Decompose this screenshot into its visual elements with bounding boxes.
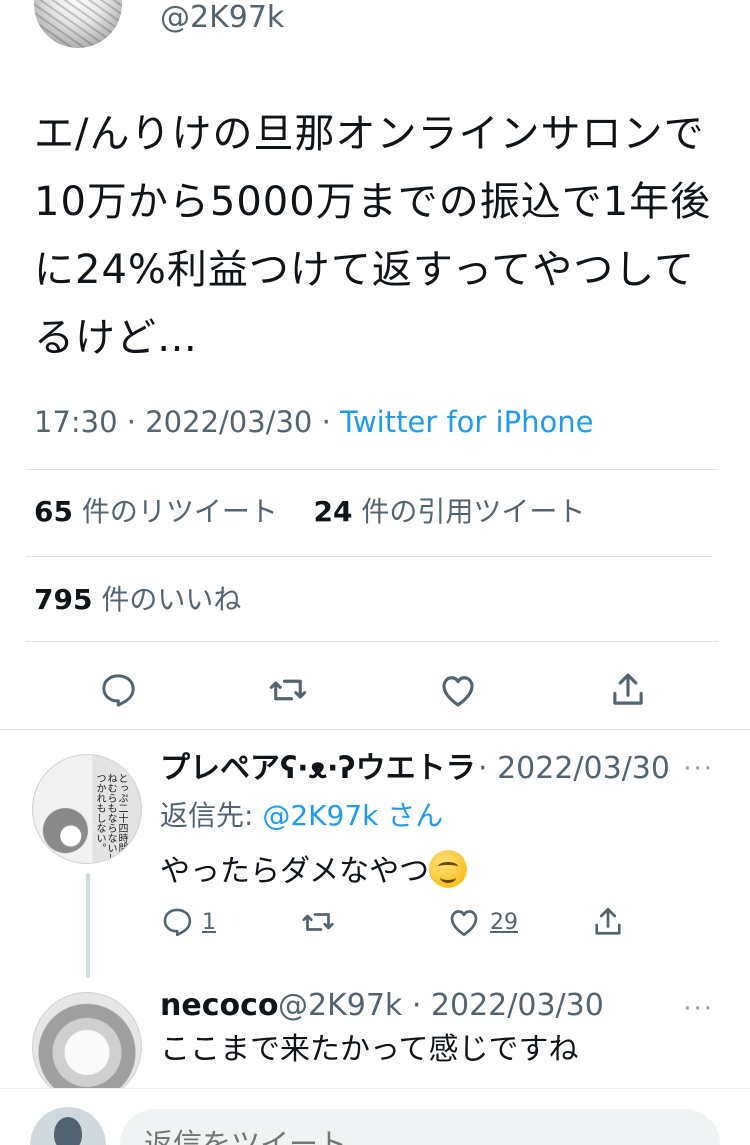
section-divider bbox=[0, 729, 750, 730]
reply-handle-date: @2K97k · 2022/03/30 bbox=[278, 988, 604, 1023]
retweet-icon bbox=[269, 679, 307, 701]
tweet-source-link[interactable]: Twitter for iPhone bbox=[340, 405, 593, 439]
quotes-stat[interactable]: 24 件の引用ツイート bbox=[314, 495, 586, 528]
tweet-action-bar bbox=[0, 660, 750, 718]
author-handle[interactable]: @2K97k bbox=[160, 0, 284, 36]
tweet-meta: 17:30 · 2022/03/30 · Twitter for iPhone bbox=[34, 402, 593, 442]
retweet-button[interactable] bbox=[300, 902, 336, 942]
reply-compose-bar bbox=[0, 1088, 750, 1145]
like-label: 件のいいね bbox=[101, 583, 242, 616]
avatar-manga-text: とっぷ二十四時間!ねむらもならないしつかれもしない。 bbox=[94, 773, 127, 863]
reply-body: やったらダメなやつ bbox=[160, 854, 430, 889]
reply-text: やったらダメなやつ bbox=[160, 850, 468, 892]
reply-author-name[interactable]: necoco bbox=[160, 986, 279, 1026]
reply-to-line: 返信先: @2K97k さん bbox=[160, 796, 443, 836]
like-button[interactable]: 29 bbox=[446, 902, 518, 942]
thread-connector bbox=[86, 873, 90, 978]
share-button[interactable] bbox=[606, 668, 650, 712]
retweet-count: 65 bbox=[34, 495, 73, 528]
reply-count: 1 bbox=[202, 909, 216, 935]
quote-label: 件の引用ツイート bbox=[361, 495, 586, 528]
meta-separator: · bbox=[126, 405, 137, 439]
share-icon bbox=[595, 907, 621, 935]
meta-separator: · bbox=[321, 405, 331, 439]
tweet-body: エ/んりけの旦那オンラインサロンで10万から5000万までの振込で1年後に24%… bbox=[34, 111, 712, 361]
share-icon bbox=[613, 673, 643, 705]
like-count: 795 bbox=[34, 583, 93, 616]
likes-stat[interactable]: 795 件のいいね bbox=[34, 580, 241, 620]
retweet-label: 件のリツイート bbox=[81, 495, 278, 528]
divider bbox=[26, 641, 718, 642]
more-options-button[interactable]: ··· bbox=[683, 754, 714, 784]
engagement-stats-row: 65 件のリツイート 24 件の引用ツイート bbox=[34, 492, 585, 532]
heart-icon bbox=[450, 910, 478, 937]
like-button[interactable] bbox=[436, 668, 480, 712]
tweet-time: 17:30 bbox=[34, 405, 118, 439]
reply-icon bbox=[163, 908, 192, 937]
reply-author-name[interactable]: プレペアʕ·ᴥ·ʔウエトラ bbox=[160, 749, 476, 789]
reply-button[interactable] bbox=[96, 668, 140, 712]
reply-body: ここまで来たかって感じですね bbox=[160, 1032, 579, 1067]
reply-action-bar: 1 29 bbox=[160, 900, 640, 944]
reply-to-prefix: 返信先: bbox=[160, 799, 254, 832]
reply-avatar[interactable]: とっぷ二十四時間!ねむらもならないしつかれもしない。 bbox=[32, 754, 142, 864]
author-avatar[interactable] bbox=[34, 0, 122, 48]
drooling-face-emoji-icon bbox=[429, 850, 468, 888]
retweet-button[interactable] bbox=[266, 668, 310, 712]
reply-input[interactable] bbox=[120, 1109, 720, 1145]
quote-count: 24 bbox=[313, 495, 353, 528]
like-count: 29 bbox=[490, 909, 518, 935]
retweets-stat[interactable]: 65 件のリツイート bbox=[34, 495, 278, 528]
user-avatar bbox=[30, 1107, 106, 1145]
heart-icon bbox=[442, 676, 474, 707]
reply-icon bbox=[102, 674, 135, 707]
retweet-icon bbox=[302, 913, 334, 931]
reply-avatar[interactable] bbox=[32, 992, 142, 1102]
reply-date: · 2022/03/30 bbox=[478, 751, 670, 786]
reply-to-mention[interactable]: @2K97k bbox=[262, 799, 378, 832]
reply-button[interactable]: 1 bbox=[160, 902, 216, 942]
divider bbox=[26, 469, 718, 470]
divider bbox=[26, 556, 712, 557]
more-options-button[interactable]: ··· bbox=[683, 994, 714, 1024]
tweet-date: 2022/03/30 bbox=[145, 405, 313, 439]
reply-to-suffix: さん bbox=[387, 799, 444, 832]
share-button[interactable] bbox=[590, 902, 626, 942]
